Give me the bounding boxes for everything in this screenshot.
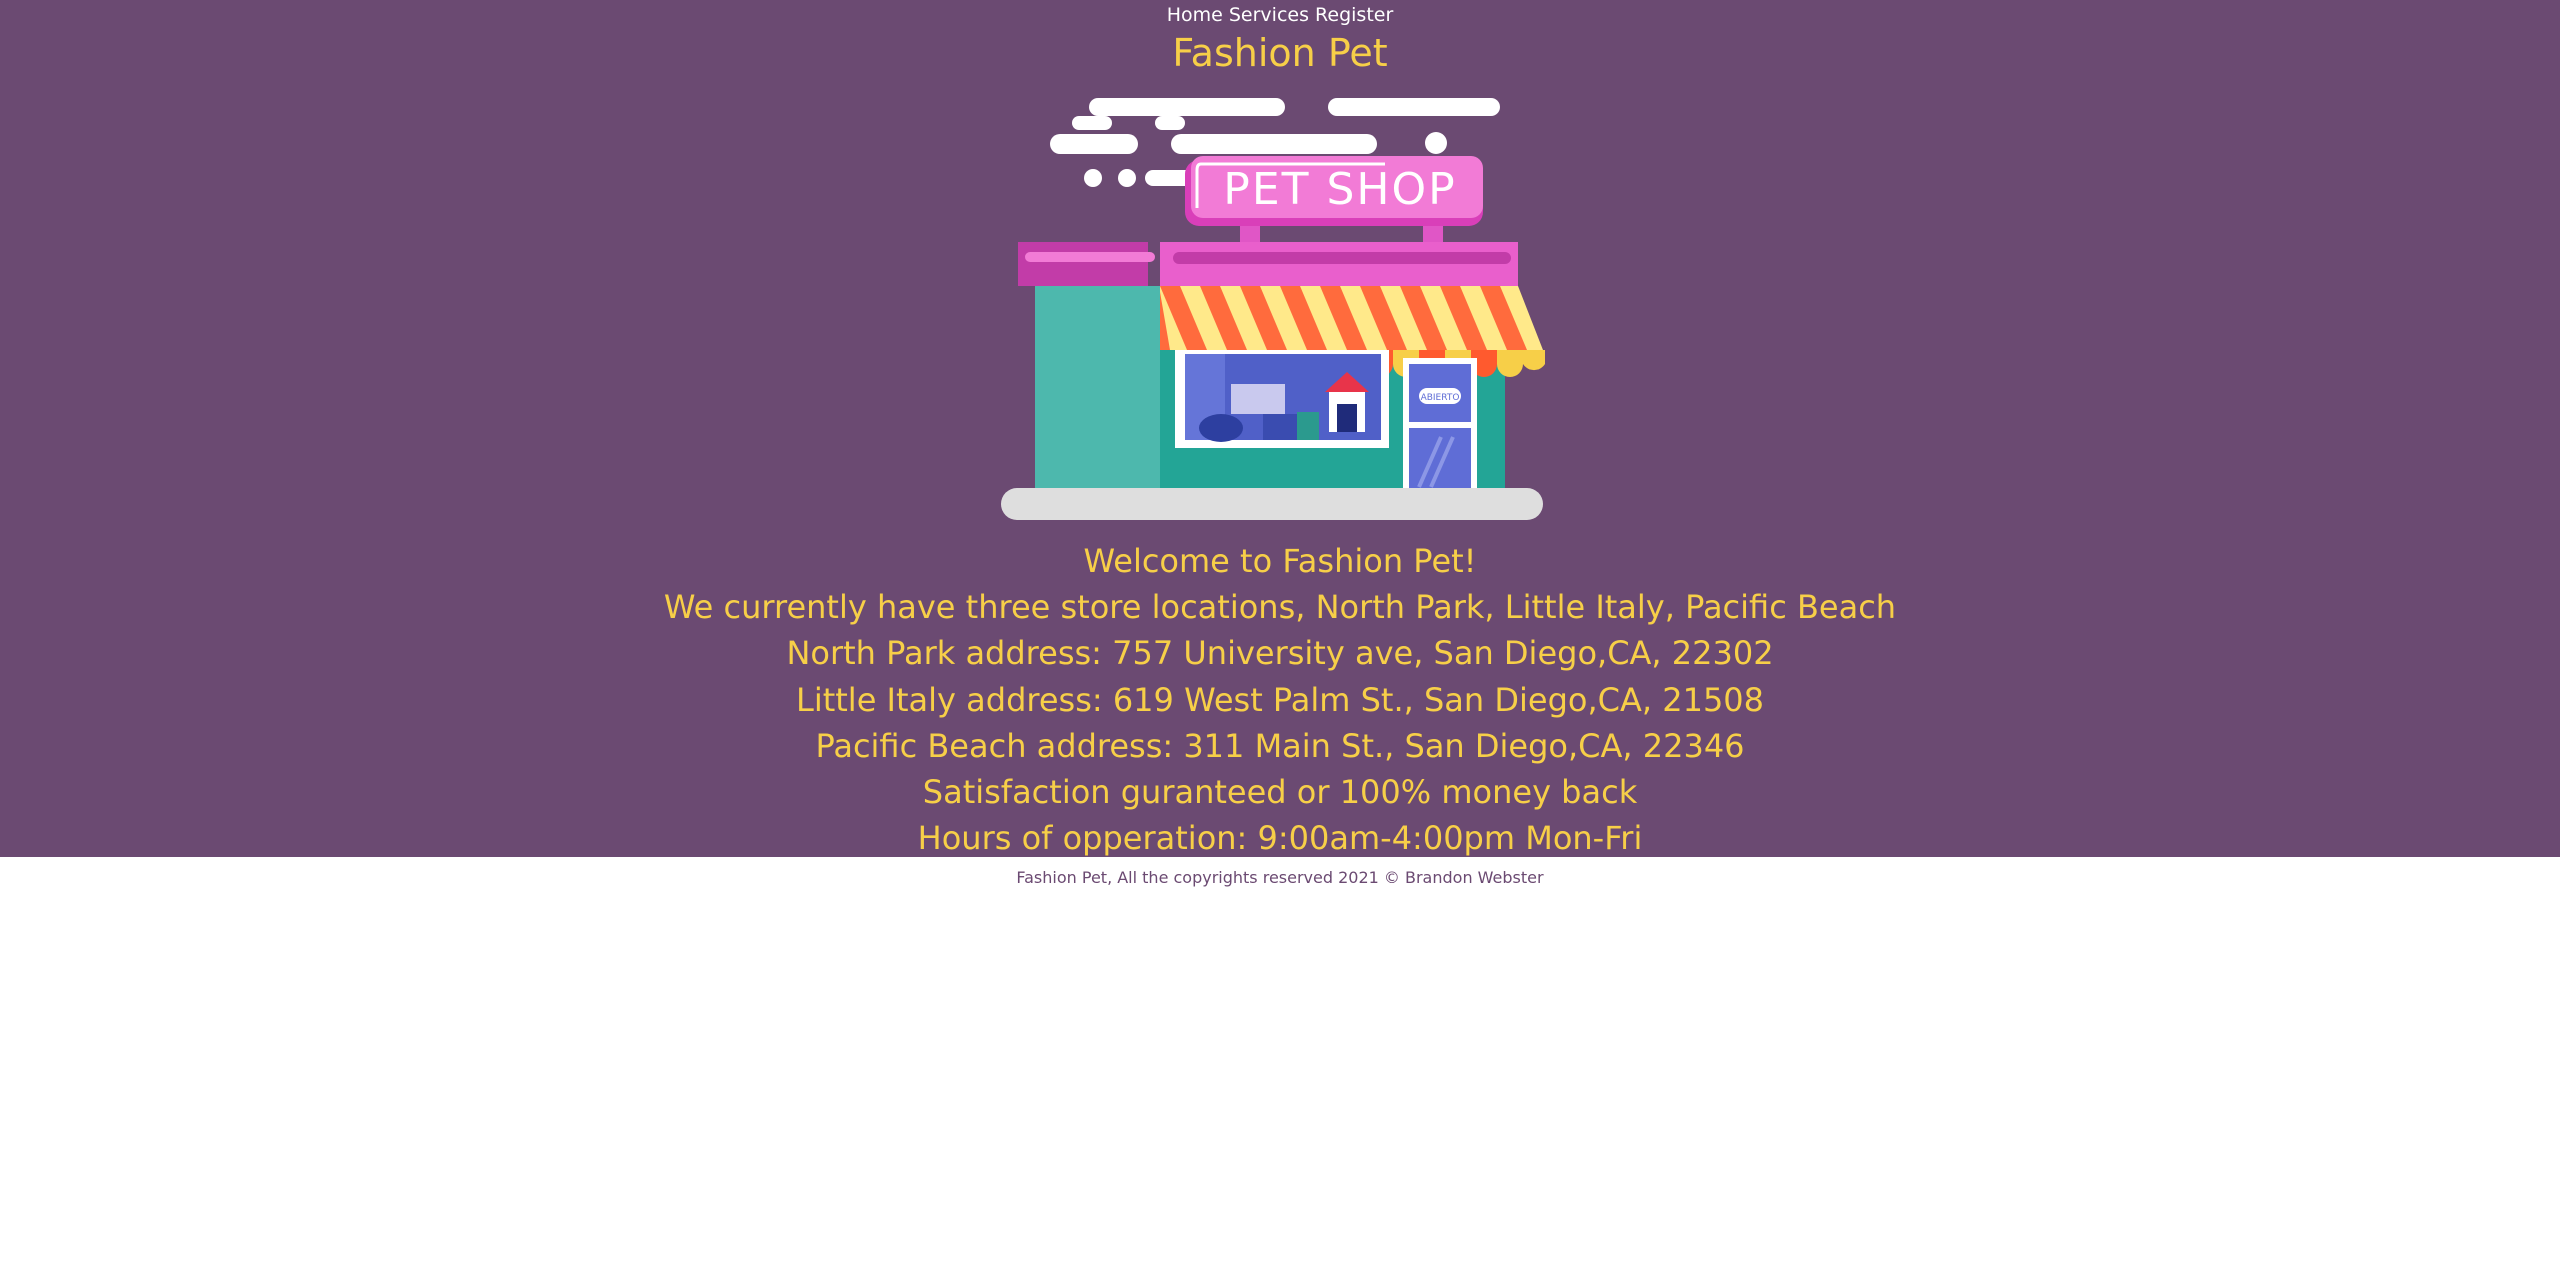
main-content: Welcome to Fashion Pet! We currently hav…: [0, 538, 2560, 861]
north-park-address: North Park address: 757 University ave, …: [786, 634, 1774, 673]
nav-services-link[interactable]: Services: [1229, 4, 1309, 26]
hero-section: Home Services Register Fashion Pet PET S…: [0, 0, 2560, 857]
shop-door: ABIERTO: [1403, 358, 1477, 500]
pet-shop-illustration: PET SHOP ABIERTO: [1001, 98, 1545, 520]
pacific-beach-address: Pacific Beach address: 311 Main St., San…: [815, 726, 1745, 765]
locations-text: We currently have three store locations,…: [663, 588, 1897, 627]
pet-shop-sign: PET SHOP: [1185, 156, 1483, 226]
guarantee-text: Satisfaction guranteed or 100% money bac…: [922, 773, 1638, 812]
sign-text: PET SHOP: [1223, 164, 1456, 215]
shop-window: [1175, 350, 1389, 448]
footer: Fashion Pet, All the copyrights reserved…: [0, 866, 2560, 890]
page: Home Services Register Fashion Pet PET S…: [0, 0, 2560, 1282]
top-nav: Home Services Register: [0, 2, 2560, 28]
hours-text: Hours of opperation: 9:00am-4:00pm Mon-F…: [917, 819, 1643, 858]
door-sign-text: ABIERTO: [1421, 393, 1460, 403]
nav-home-link[interactable]: Home: [1167, 4, 1223, 26]
little-italy-address: Little Italy address: 619 West Palm St.,…: [795, 680, 1765, 719]
footer-text: Fashion Pet, All the copyrights reserved…: [1016, 868, 1544, 887]
nav-register-link[interactable]: Register: [1315, 4, 1393, 26]
welcome-text: Welcome to Fashion Pet!: [1083, 542, 1477, 580]
page-title: Fashion Pet: [1172, 31, 1388, 75]
